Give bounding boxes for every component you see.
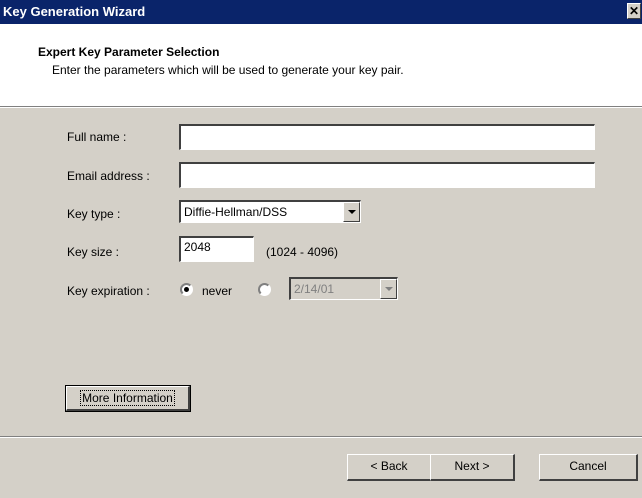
back-button[interactable]: < Back	[347, 454, 432, 481]
key-type-select[interactable]: Diffie-Hellman/DSS	[179, 200, 361, 223]
key-size-input[interactable]: 2048	[179, 236, 254, 262]
more-information-button[interactable]: More Information	[65, 385, 191, 412]
close-button[interactable]: ✕	[627, 3, 641, 19]
expiration-date-select: 2/14/01	[289, 277, 398, 300]
expiration-date-value: 2/14/01	[294, 282, 335, 296]
key-expiration-label: Key expiration :	[67, 284, 150, 298]
window-title: Key Generation Wizard	[3, 4, 146, 19]
chevron-down-icon[interactable]	[343, 202, 360, 222]
never-label[interactable]: never	[202, 284, 232, 298]
wizard-header: Expert Key Parameter Selection Enter the…	[0, 24, 642, 106]
next-button[interactable]: Next >	[430, 454, 515, 481]
title-bar: Key Generation Wizard ✕	[0, 0, 642, 24]
never-radio[interactable]	[180, 283, 193, 296]
key-type-label: Key type :	[67, 207, 121, 221]
email-label: Email address :	[67, 169, 150, 183]
more-information-label: More Information	[80, 390, 175, 406]
key-size-label: Key size :	[67, 245, 120, 259]
date-radio[interactable]	[258, 283, 271, 296]
cancel-button[interactable]: Cancel	[539, 454, 638, 481]
header-divider	[0, 106, 642, 108]
footer-divider	[0, 436, 642, 438]
chevron-down-icon	[380, 279, 397, 299]
full-name-label: Full name :	[67, 130, 127, 144]
email-input[interactable]	[179, 162, 595, 188]
key-size-range: (1024 - 4096)	[266, 245, 339, 259]
full-name-input[interactable]	[179, 124, 595, 150]
key-type-value: Diffie-Hellman/DSS	[184, 205, 288, 219]
page-subtitle: Enter the parameters which will be used …	[52, 63, 404, 77]
page-title: Expert Key Parameter Selection	[38, 45, 220, 59]
close-icon: ✕	[628, 4, 640, 18]
